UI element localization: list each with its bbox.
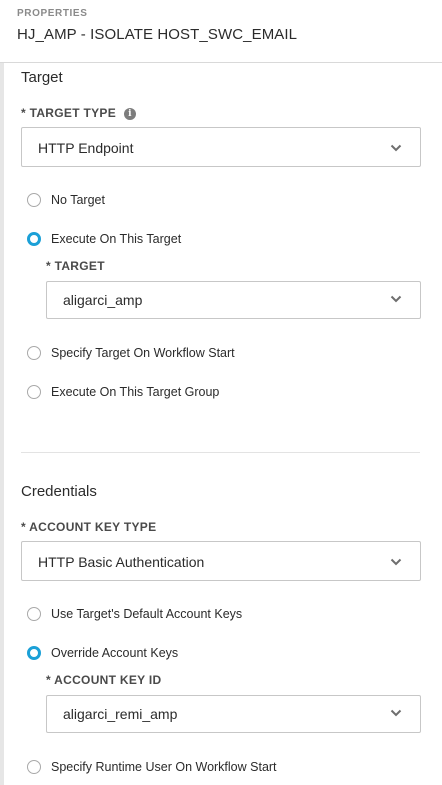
scrollbar-track[interactable] [0, 63, 4, 785]
info-icon[interactable]: i [124, 108, 137, 120]
section-divider [21, 452, 420, 453]
chevron-down-icon [390, 295, 402, 303]
properties-panel: PROPERTIES HJ_AMP - ISOLATE HOST_SWC_EMA… [0, 0, 442, 785]
target-type-label: * TARGET TYPE i [21, 106, 137, 120]
target-section-title: Target [21, 69, 63, 86]
account-key-type-label: * ACCOUNT KEY TYPE [21, 520, 157, 534]
radio-label: Use Target's Default Account Keys [51, 607, 243, 621]
account-key-id-label: * ACCOUNT KEY ID [46, 673, 162, 687]
panel-header: PROPERTIES HJ_AMP - ISOLATE HOST_SWC_EMA… [0, 0, 442, 63]
target-type-label-text: * TARGET TYPE [21, 106, 117, 120]
target-value: aligarci_amp [63, 292, 143, 308]
chevron-down-icon [390, 144, 402, 152]
radio-button[interactable] [27, 385, 41, 399]
account-key-id-value: aligarci_remi_amp [63, 706, 178, 722]
radio-button-selected[interactable] [27, 646, 41, 660]
radio-label: Specify Target On Workflow Start [51, 346, 235, 360]
radio-label: No Target [51, 193, 105, 207]
target-type-select[interactable]: HTTP Endpoint [21, 127, 421, 167]
account-key-id-select[interactable]: aligarci_remi_amp [46, 695, 421, 733]
target-select[interactable]: aligarci_amp [46, 281, 421, 319]
target-type-value: HTTP Endpoint [38, 140, 134, 156]
radio-label: Specify Runtime User On Workflow Start [51, 760, 277, 774]
radio-label: Override Account Keys [51, 646, 179, 660]
chevron-down-icon [390, 709, 402, 717]
chevron-down-icon [390, 558, 402, 566]
account-key-type-select[interactable]: HTTP Basic Authentication [21, 541, 421, 581]
panel-eyebrow: PROPERTIES [17, 8, 88, 19]
target-label: * TARGET [46, 259, 105, 273]
radio-button[interactable] [27, 346, 41, 360]
radio-label: Execute On This Target Group [51, 385, 220, 399]
credentials-section-title: Credentials [21, 483, 97, 500]
panel-title: HJ_AMP - ISOLATE HOST_SWC_EMAIL [17, 26, 298, 43]
radio-button[interactable] [27, 193, 41, 207]
radio-label: Execute On This Target [51, 232, 182, 246]
account-key-type-value: HTTP Basic Authentication [38, 554, 205, 570]
radio-button[interactable] [27, 760, 41, 774]
radio-button[interactable] [27, 607, 41, 621]
radio-button-selected[interactable] [27, 232, 41, 246]
